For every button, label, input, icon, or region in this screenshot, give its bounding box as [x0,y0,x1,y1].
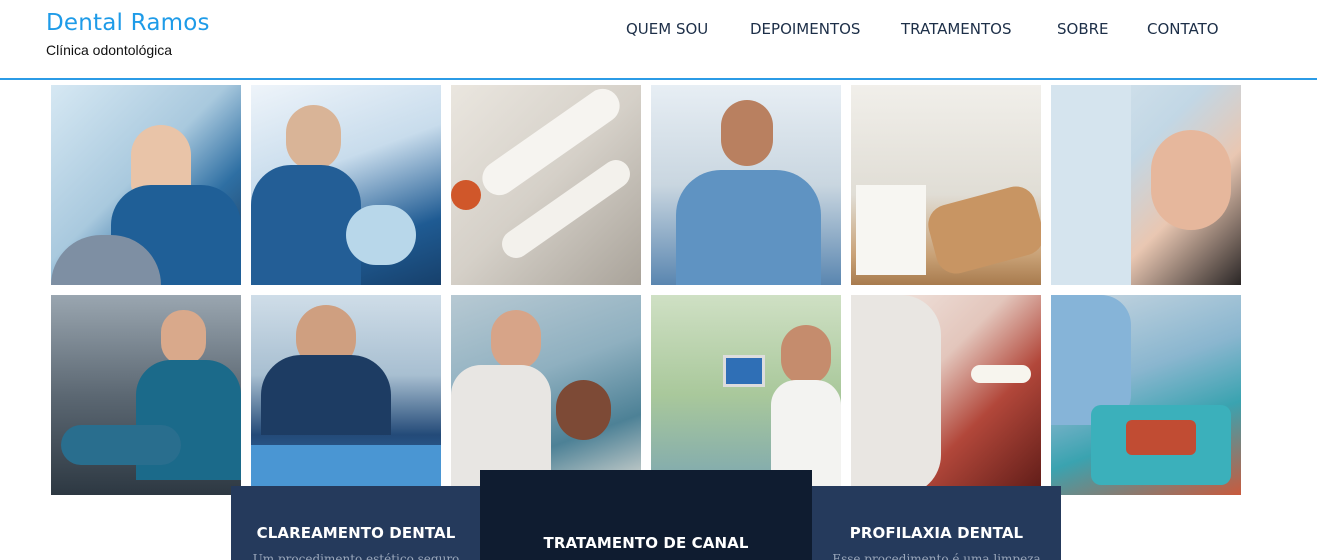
gallery-photo-dental-office-chair [851,85,1041,285]
gallery-photo-teeth-closeup [851,295,1041,495]
card-description: Esse procedimento é uma limpeza [832,552,1041,560]
gallery-photo-dental-tools-tray [1051,295,1241,495]
gallery-photo-dentist-at-chair [51,295,241,495]
card-title: PROFILAXIA DENTAL [849,524,1024,542]
service-card-clareamento[interactable]: CLAREAMENTO DENTAL Um procedimento estét… [231,486,481,560]
nav-link-tratamentos[interactable]: TRATAMENTOS [901,20,1011,38]
gallery-photo-dentist-procedure [251,295,441,495]
nav-link-quem-sou[interactable]: QUEM SOU [626,20,708,38]
card-title: TRATAMENTO DE CANAL [543,534,749,552]
card-title: CLAREAMENTO DENTAL [256,524,456,542]
gallery-photo-dentist-and-patient [451,295,641,495]
brand-title[interactable]: Dental Ramos [46,10,210,36]
gallery-photo-dentist-office-green [651,295,841,495]
nav-link-contato[interactable]: CONTATO [1147,20,1219,38]
gallery-photo-dentist-treating-patient [51,85,241,285]
brand-subtitle: Clínica odontológica [46,42,173,58]
nav-link-depoimentos[interactable]: DEPOIMENTOS [750,20,860,38]
site-header: Dental Ramos Clínica odontológica QUEM S… [0,0,1317,80]
gallery-photo-dentist-with-loupes [251,85,441,285]
card-description: Um procedimento estético seguro [252,552,460,560]
gallery-photo-smiling-dentist [651,85,841,285]
service-card-tratamento-de-canal[interactable]: TRATAMENTO DE CANAL [480,470,812,560]
gallery-photo-patient-smiling-exam [1051,85,1241,285]
service-card-profilaxia[interactable]: PROFILAXIA DENTAL Esse procedimento é um… [812,486,1061,560]
gallery-photo-dental-handpieces [451,85,641,285]
nav-link-sobre[interactable]: SOBRE [1057,20,1109,38]
